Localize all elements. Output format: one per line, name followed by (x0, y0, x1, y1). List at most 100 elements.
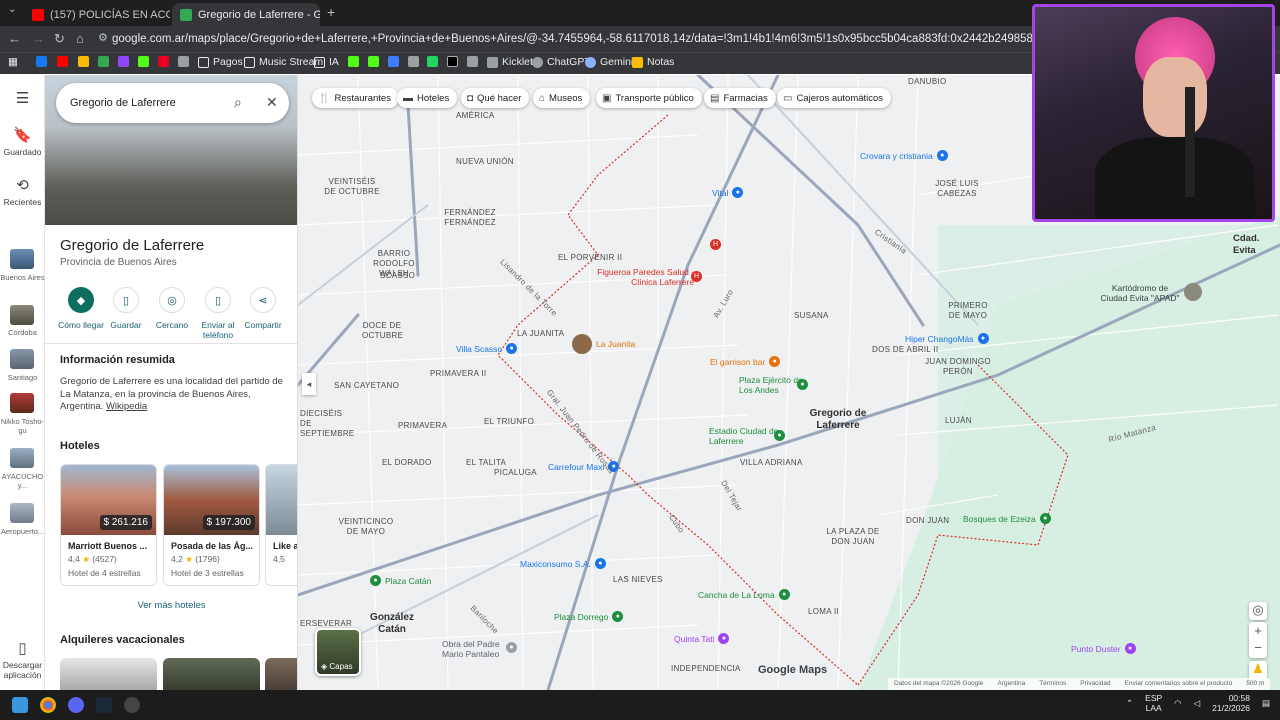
collapse-panel-button[interactable]: ◂ (302, 373, 316, 395)
volume-icon[interactable]: ◁ (1194, 698, 1201, 709)
rental-card[interactable] (163, 658, 260, 690)
rental-card[interactable] (265, 658, 297, 690)
pinterest-icon[interactable] (158, 56, 169, 67)
saved-button[interactable]: 🔖 Guardado (0, 126, 45, 157)
recent-thumb[interactable] (10, 393, 34, 413)
chip-hotels[interactable]: ▬ Hoteles (397, 88, 458, 108)
poi-clinic[interactable]: Figueroa Paredes Salud - Clínica Laferre… (594, 267, 694, 287)
chevron-up-icon[interactable]: ⌃ (1126, 698, 1133, 709)
share-button[interactable]: ⋖ Compartir (240, 287, 286, 330)
recents-button[interactable]: ⟲ Recientes (0, 176, 45, 207)
recent-thumb[interactable] (10, 503, 34, 523)
poi-quinta-tati[interactable]: Quinta Tati ● (674, 633, 733, 644)
menu-button[interactable]: ☰ (0, 89, 45, 110)
bookmark-icon[interactable] (78, 56, 89, 67)
bookmark-folder-pagos[interactable]: Pagos (198, 56, 243, 68)
search-icon[interactable]: ⌕ (234, 94, 242, 111)
search-input[interactable]: Gregorio de Laferrere (70, 97, 176, 109)
chip-pharmacies[interactable]: ▤ Farmacias (704, 88, 776, 108)
bookmark-icon[interactable] (98, 56, 109, 67)
clock[interactable]: 00:58 21/2/2026 (1212, 693, 1250, 713)
url-field[interactable]: google.com.ar/maps/place/Gregorio+de+Laf… (112, 28, 1032, 50)
poi-vital[interactable]: Vital ● (712, 187, 747, 198)
poi-plaza-dorrego[interactable]: Plaza Dorrego ● (554, 611, 627, 622)
poi-garrison-bar[interactable]: El garrison bar ● (710, 356, 784, 367)
kick-icon[interactable] (348, 56, 359, 67)
poi-hiper-changomas[interactable]: Hiper ChangoMás ● (905, 333, 993, 344)
chip-atms[interactable]: ▭ Cajeros automáticos (777, 88, 892, 108)
bookmark-icon[interactable] (408, 56, 419, 67)
apps-icon[interactable]: ▦ (8, 56, 18, 68)
nearby-button[interactable]: ◎ Cercano (149, 287, 195, 330)
twitch-icon[interactable] (118, 56, 129, 67)
wikipedia-link[interactable]: Wikipedia (106, 401, 147, 412)
new-tab-button[interactable]: + (327, 4, 335, 20)
poi-villa-scasso[interactable]: Villa Scasso ● (456, 343, 521, 354)
recent-thumb[interactable] (10, 349, 34, 369)
photo-pin-icon[interactable] (1184, 283, 1202, 301)
poi-punto-duster[interactable]: Punto Duster ● (1071, 643, 1140, 654)
bookmark-icon[interactable] (388, 56, 399, 67)
attribution-country[interactable]: Argentina (997, 680, 1025, 688)
site-info-icon[interactable]: ⚙ (98, 31, 108, 44)
bookmark-kicklet[interactable]: Kicklet (487, 56, 533, 68)
recent-thumb[interactable] (10, 305, 34, 325)
bookmark-folder-music[interactable]: Music Stream (244, 56, 323, 68)
directions-button[interactable]: ◆ Cómo llegar (58, 287, 104, 330)
poi-la-juanita[interactable]: La Juanita (572, 334, 635, 354)
bookmark-folder-ia[interactable]: IA (314, 56, 339, 68)
bookmark-gemini[interactable]: Gemini (585, 56, 633, 68)
recent-thumb[interactable] (10, 249, 34, 269)
poi-bosques-ezeiza[interactable]: Bosques de Ezeiza ● (963, 513, 1055, 524)
back-icon[interactable]: ← (8, 31, 21, 46)
notification-icon[interactable]: ▤ (1262, 698, 1270, 709)
search-box[interactable]: Gregorio de Laferrere ⌕ ✕ (56, 83, 289, 123)
tab-search-icon[interactable]: ⌄ (8, 4, 16, 15)
discord-icon[interactable] (68, 697, 84, 713)
city-label[interactable]: Cdad. Evita (1233, 233, 1280, 257)
wifi-icon[interactable]: ◠ (1174, 698, 1181, 709)
poi-obra-pantaleo[interactable]: Obra del Padre Mario Pantaleo (442, 639, 506, 659)
hospital-pin-icon[interactable]: H (710, 239, 721, 250)
send-to-phone-button[interactable]: ▯ Enviar al teléfono (195, 287, 241, 340)
hotel-card[interactable]: $ 261.216 Marriott Buenos ... 4,4 ★ (452… (60, 464, 157, 586)
terms-link[interactable]: Términos (1039, 680, 1066, 688)
more-hotels-link[interactable]: Ver más hoteles (45, 600, 297, 611)
tab-google-maps[interactable]: Gregorio de Laferrere - Google ✕ (172, 3, 320, 26)
tiktok-icon[interactable] (447, 56, 458, 67)
bookmark-icon[interactable] (178, 56, 189, 67)
whatsapp-icon[interactable] (427, 56, 438, 67)
poi-plaza-catan[interactable]: ● Plaza Catán (370, 575, 431, 586)
poi-crovara[interactable]: Crovara y cristiania ● (860, 150, 952, 161)
my-location-button[interactable]: ◎ (1249, 602, 1267, 620)
tab-youtube[interactable]: (157) POLICÍAS EN ACCIÓN 20 ✕ (24, 3, 170, 26)
bookmark-notas[interactable]: Notas (632, 56, 674, 68)
kick-icon[interactable] (138, 56, 149, 67)
language-indicator[interactable]: ESP LAA (1145, 693, 1162, 713)
reload-icon[interactable]: ↻ (54, 31, 65, 47)
feedback-link[interactable]: Enviar comentarios sobre el producto (1125, 680, 1233, 688)
kick-icon[interactable] (368, 56, 379, 67)
save-button[interactable]: ▯ Guardar (103, 287, 149, 330)
download-app-button[interactable]: ▯ Descargar aplicación (0, 639, 45, 680)
privacy-link[interactable]: Privacidad (1080, 680, 1110, 688)
hotel-card[interactable]: Like a 4,5 (265, 464, 297, 586)
youtube-bookmark-icon[interactable] (57, 56, 68, 67)
steam-icon[interactable] (96, 697, 112, 713)
poi-cancha-loma[interactable]: Cancha de La Loma ● (698, 589, 794, 600)
zoom-out-button[interactable]: − (1249, 639, 1267, 656)
chip-museums[interactable]: ⌂ Museos (533, 88, 591, 108)
poi-kartodromo[interactable]: Kartódromo de Ciudad Evita "APAD" (1100, 283, 1180, 303)
park-pin-icon[interactable]: ● (797, 379, 808, 390)
chrome-icon[interactable] (40, 697, 56, 713)
windows-start-icon[interactable] (12, 697, 28, 713)
stadium-pin-icon[interactable]: ● (774, 430, 785, 441)
zoom-in-button[interactable]: + (1249, 622, 1267, 639)
home-icon[interactable]: ⌂ (76, 31, 84, 46)
forward-icon[interactable]: → (32, 31, 45, 46)
recent-thumb[interactable] (10, 448, 34, 468)
chip-transit[interactable]: ▣ Transporte público (596, 88, 702, 108)
obs-icon[interactable] (124, 697, 140, 713)
close-icon[interactable]: ✕ (266, 94, 278, 111)
rental-card[interactable] (60, 658, 157, 690)
